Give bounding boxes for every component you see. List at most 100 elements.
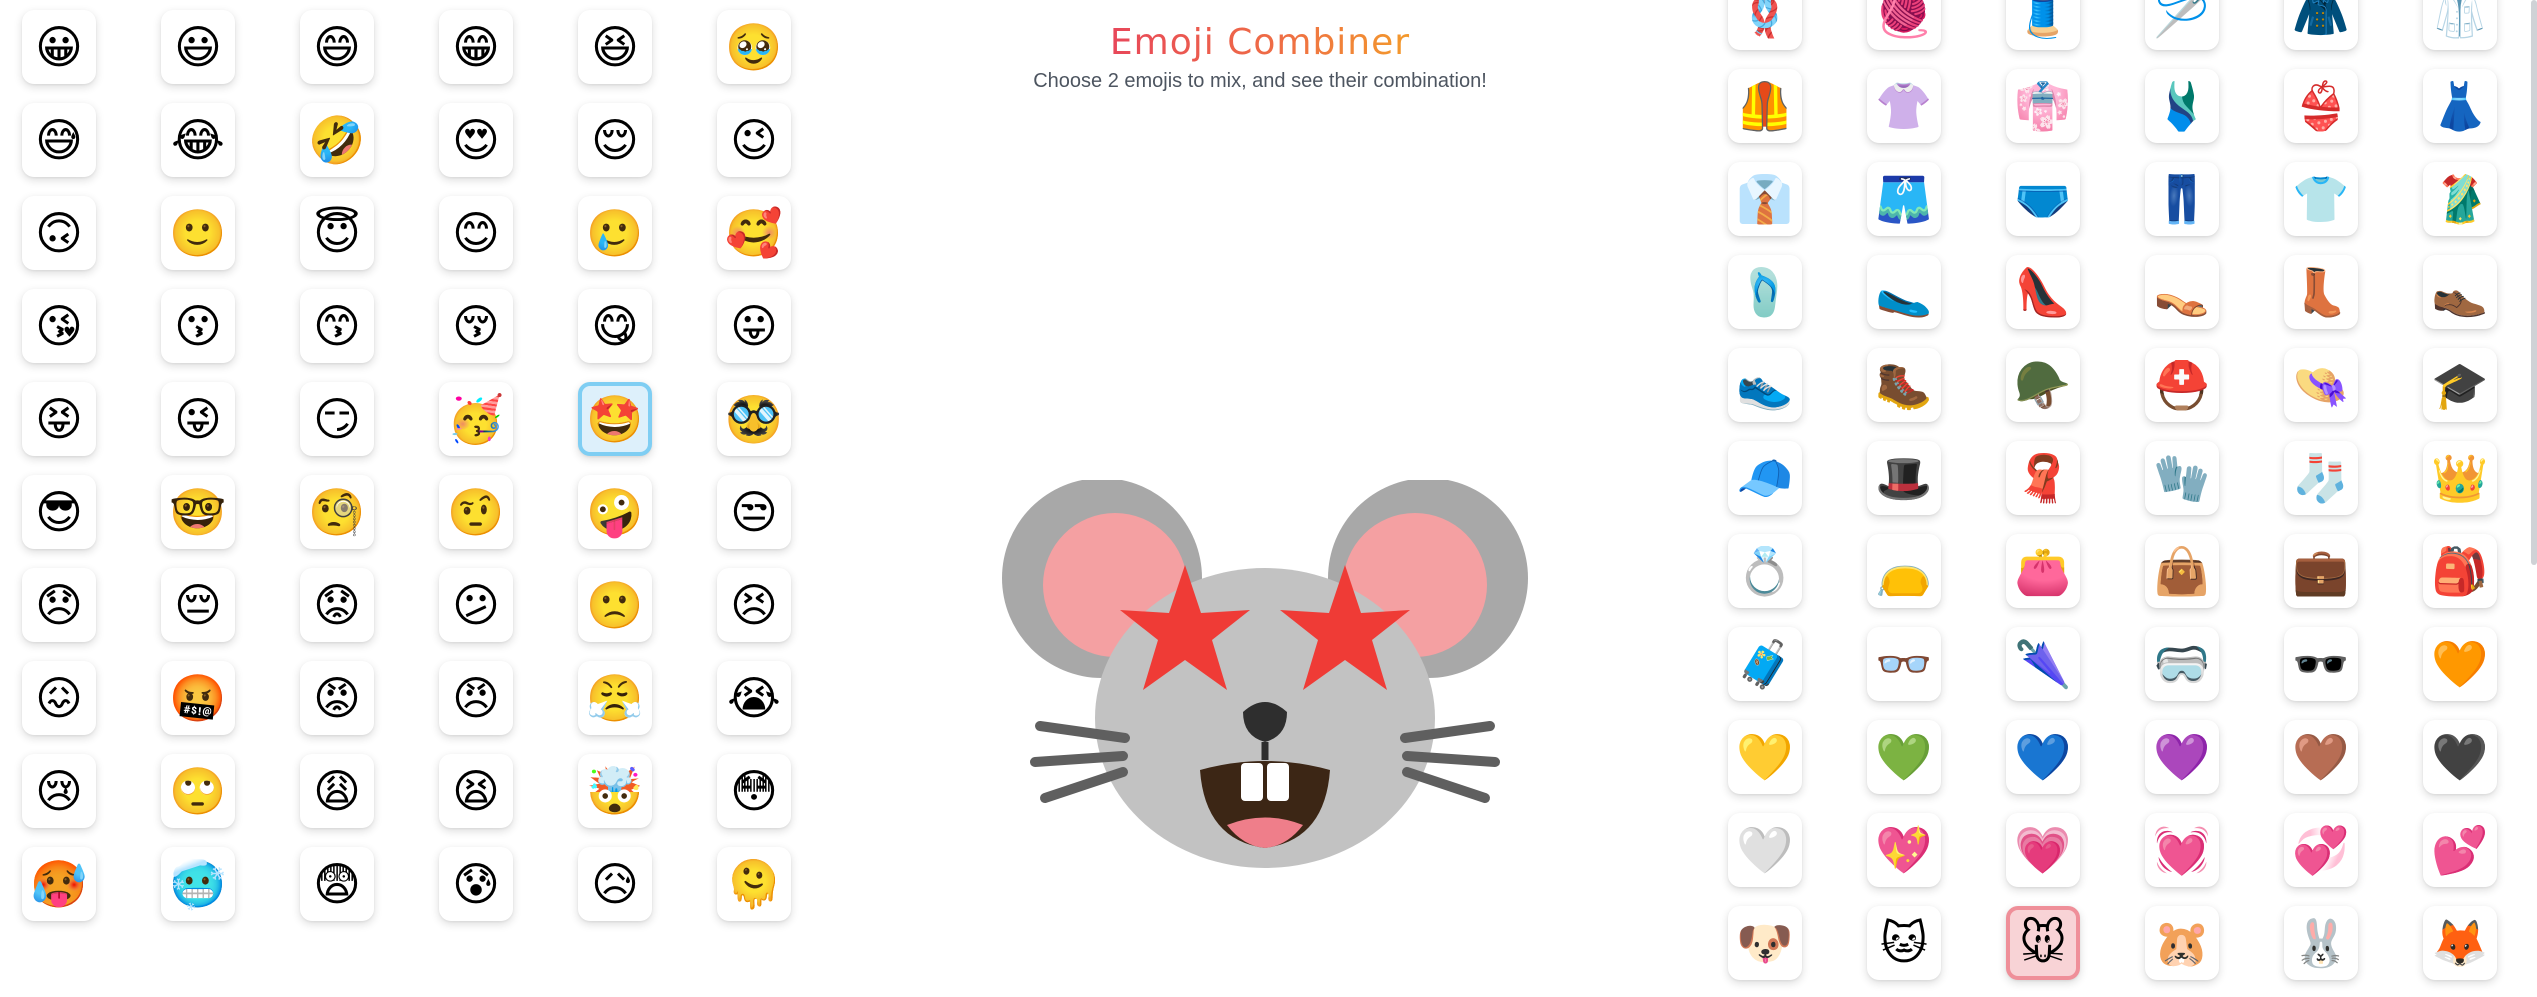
emoji-option-button[interactable]: 😒 — [717, 475, 791, 549]
emoji-option-button[interactable]: 🙃 — [22, 196, 96, 270]
emoji-option-button[interactable]: 🤎 — [2284, 720, 2358, 794]
emoji-option-button[interactable]: 🤍 — [1728, 813, 1802, 887]
emoji-option-button[interactable]: 🩱 — [2145, 69, 2219, 143]
emoji-option-button[interactable]: 🎩 — [1867, 441, 1941, 515]
emoji-option-button[interactable]: 💗 — [2006, 813, 2080, 887]
emoji-option-button[interactable]: 😗 — [161, 289, 235, 363]
emoji-option-button[interactable]: 😟 — [300, 568, 374, 642]
emoji-option-button[interactable]: 😥 — [578, 847, 652, 921]
emoji-option-button[interactable]: 🧢 — [1728, 441, 1802, 515]
emoji-option-button[interactable]: 🧣 — [2006, 441, 2080, 515]
emoji-option-button[interactable]: 🥵 — [22, 847, 96, 921]
emoji-option-button[interactable]: 👡 — [2145, 255, 2219, 329]
emoji-option-button[interactable]: 💍 — [1728, 534, 1802, 608]
emoji-option-button[interactable]: 😖 — [22, 661, 96, 735]
emoji-option-button[interactable]: 😏 — [300, 382, 374, 456]
emoji-option-button[interactable]: 👑 — [2423, 441, 2497, 515]
emoji-option-button[interactable]: 🤣 — [300, 103, 374, 177]
emoji-option-button[interactable]: 😌 — [578, 103, 652, 177]
emoji-option-button[interactable]: 🤬 — [161, 661, 235, 735]
emoji-option-button[interactable]: 🥻 — [2423, 162, 2497, 236]
emoji-option-button[interactable]: 😁 — [439, 10, 513, 84]
emoji-option-button[interactable]: 🖤 — [2423, 720, 2497, 794]
emoji-option-button[interactable]: ⛑️ — [2145, 348, 2219, 422]
emoji-option-button[interactable]: 🤓 — [161, 475, 235, 549]
emoji-option-button[interactable]: 💚 — [1867, 720, 1941, 794]
emoji-option-button[interactable]: 🙄 — [161, 754, 235, 828]
emoji-option-button[interactable]: 😞 — [22, 568, 96, 642]
emoji-option-button[interactable]: 😃 — [161, 10, 235, 84]
emoji-option-button[interactable]: 🐭 — [2006, 906, 2080, 980]
emoji-option-button[interactable]: 🤩 — [578, 382, 652, 456]
emoji-option-button[interactable]: 👕 — [2284, 162, 2358, 236]
emoji-option-button[interactable]: 😘 — [22, 289, 96, 363]
emoji-option-button[interactable]: 😝 — [22, 382, 96, 456]
emoji-option-button[interactable]: 🥾 — [1867, 348, 1941, 422]
emoji-option-button[interactable]: 👢 — [2284, 255, 2358, 329]
emoji-option-button[interactable]: 😉 — [717, 103, 791, 177]
emoji-option-button[interactable]: 👗 — [2423, 69, 2497, 143]
emoji-option-button[interactable]: 😨 — [300, 847, 374, 921]
emoji-option-button[interactable]: 💼 — [2284, 534, 2358, 608]
emoji-option-button[interactable]: 👝 — [1867, 534, 1941, 608]
emoji-option-button[interactable]: 😛 — [717, 289, 791, 363]
emoji-option-button[interactable]: 😆 — [578, 10, 652, 84]
emoji-option-button[interactable]: 🧤 — [2145, 441, 2219, 515]
emoji-option-button[interactable]: 💞 — [2284, 813, 2358, 887]
emoji-option-button[interactable]: 🐹 — [2145, 906, 2219, 980]
emoji-option-button[interactable]: 😚 — [439, 289, 513, 363]
emoji-option-button[interactable]: 🕶️ — [2284, 627, 2358, 701]
emoji-option-button[interactable]: 👞 — [2423, 255, 2497, 329]
emoji-option-button[interactable]: 🧵 — [2006, 0, 2080, 50]
emoji-option-button[interactable]: 💙 — [2006, 720, 2080, 794]
emoji-option-button[interactable]: 🦊 — [2423, 906, 2497, 980]
emoji-option-button[interactable]: 🦺 — [1728, 69, 1802, 143]
emoji-option-button[interactable]: 😎 — [22, 475, 96, 549]
emoji-option-button[interactable]: 🪡 — [2145, 0, 2219, 50]
emoji-option-button[interactable]: 👚 — [1867, 69, 1941, 143]
emoji-option-button[interactable]: 🙂 — [161, 196, 235, 270]
emoji-option-button[interactable]: 🧡 — [2423, 627, 2497, 701]
emoji-option-button[interactable]: 😙 — [300, 289, 374, 363]
emoji-option-button[interactable]: 😤 — [578, 661, 652, 735]
emoji-option-button[interactable]: 🩴 — [1728, 255, 1802, 329]
emoji-option-button[interactable]: 🌂 — [2006, 627, 2080, 701]
emoji-option-button[interactable]: 👓 — [1867, 627, 1941, 701]
emoji-option-button[interactable]: 🐶 — [1728, 906, 1802, 980]
emoji-option-button[interactable]: 🥿 — [1867, 255, 1941, 329]
emoji-option-button[interactable]: 🥸 — [717, 382, 791, 456]
emoji-option-button[interactable]: 😫 — [439, 754, 513, 828]
emoji-option-button[interactable]: 🤨 — [439, 475, 513, 549]
emoji-option-button[interactable]: 😕 — [439, 568, 513, 642]
emoji-option-button[interactable]: 😇 — [300, 196, 374, 270]
emoji-option-button[interactable]: 💛 — [1728, 720, 1802, 794]
emoji-option-button[interactable]: 👜 — [2145, 534, 2219, 608]
emoji-option-button[interactable]: 😅 — [22, 103, 96, 177]
emoji-option-button[interactable]: 🤯 — [578, 754, 652, 828]
emoji-option-button[interactable]: 😍 — [439, 103, 513, 177]
emoji-option-button[interactable]: 👘 — [2006, 69, 2080, 143]
emoji-option-button[interactable]: 😩 — [300, 754, 374, 828]
emoji-option-button[interactable]: 🥶 — [161, 847, 235, 921]
emoji-option-button[interactable]: 🤪 — [578, 475, 652, 549]
emoji-option-button[interactable]: 😢 — [22, 754, 96, 828]
emoji-option-button[interactable]: 🎓 — [2423, 348, 2497, 422]
emoji-option-button[interactable]: 😣 — [717, 568, 791, 642]
emoji-option-button[interactable]: 🫠 — [717, 847, 791, 921]
emoji-option-button[interactable]: 🎒 — [2423, 534, 2497, 608]
emoji-option-button[interactable]: 🩲 — [2006, 162, 2080, 236]
emoji-option-button[interactable]: 😋 — [578, 289, 652, 363]
emoji-option-button[interactable]: 😄 — [300, 10, 374, 84]
emoji-option-button[interactable]: 👔 — [1728, 162, 1802, 236]
emoji-option-button[interactable]: 🐱 — [1867, 906, 1941, 980]
emoji-option-button[interactable]: 🧶 — [1867, 0, 1941, 50]
emoji-option-button[interactable]: 💓 — [2145, 813, 2219, 887]
emoji-option-button[interactable]: 🧥 — [2284, 0, 2358, 50]
emoji-option-button[interactable]: 💜 — [2145, 720, 2219, 794]
emoji-option-button[interactable]: 👛 — [2006, 534, 2080, 608]
emoji-option-button[interactable]: 😂 — [161, 103, 235, 177]
emoji-option-button[interactable]: 🐰 — [2284, 906, 2358, 980]
emoji-option-button[interactable]: 😊 — [439, 196, 513, 270]
emoji-option-button[interactable]: 👟 — [1728, 348, 1802, 422]
emoji-option-button[interactable]: 💕 — [2423, 813, 2497, 887]
